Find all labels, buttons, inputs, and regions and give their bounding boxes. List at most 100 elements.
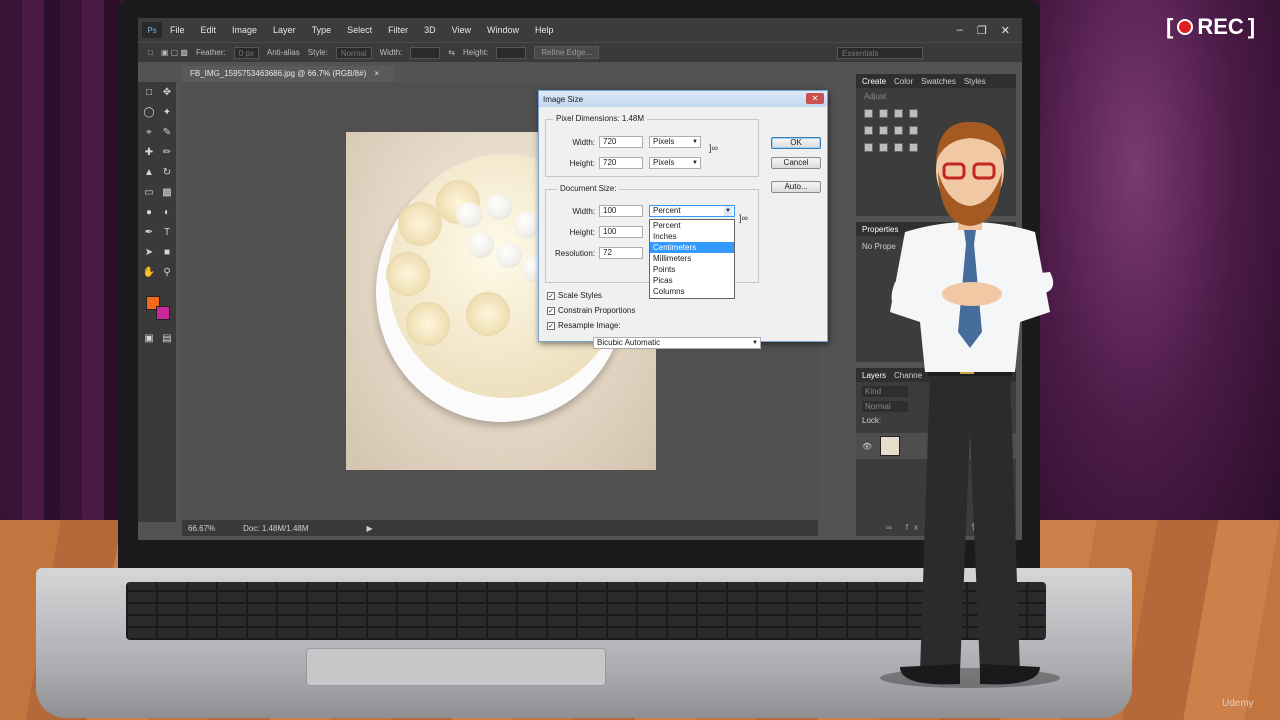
gradient-icon[interactable]: ▩ bbox=[160, 186, 174, 200]
coconut-ball bbox=[468, 232, 494, 258]
pixel-width-unit-select[interactable]: Pixels ▼ bbox=[649, 136, 701, 148]
move-icon[interactable]: ✥ bbox=[160, 86, 174, 100]
doc-width-label: Width: bbox=[572, 207, 595, 216]
unit-option-points[interactable]: Points bbox=[650, 264, 734, 275]
unit-option-picas[interactable]: Picas bbox=[650, 275, 734, 286]
refine-edge-button[interactable]: Refine Edge... bbox=[534, 46, 600, 59]
pixel-width-input[interactable]: 720 bbox=[599, 136, 643, 148]
ok-button[interactable]: OK bbox=[771, 137, 821, 149]
feather-input[interactable]: 0 px bbox=[233, 46, 259, 59]
magic-wand-icon[interactable]: ✦ bbox=[160, 106, 174, 120]
image-size-dialog: Image Size ✕ Pixel Dimensions: 1.48M Wid… bbox=[538, 90, 828, 349]
menu-filter[interactable]: Filter bbox=[380, 25, 416, 35]
presenter-hands bbox=[942, 282, 1002, 306]
recording-badge: [ REC] bbox=[1166, 14, 1256, 39]
minimize-icon[interactable]: – bbox=[957, 24, 963, 37]
menu-view[interactable]: View bbox=[444, 25, 479, 35]
eraser-icon[interactable]: ▭ bbox=[142, 186, 156, 200]
width-input[interactable] bbox=[410, 46, 441, 59]
menu-help[interactable]: Help bbox=[527, 25, 562, 35]
style-select[interactable]: Normal bbox=[335, 46, 372, 59]
zoom-icon[interactable]: ⚲ bbox=[160, 266, 174, 280]
chain-link-icon: ]∞ bbox=[709, 143, 718, 153]
tab-color[interactable]: Color bbox=[894, 77, 913, 86]
dialog-close-button[interactable]: ✕ bbox=[806, 93, 824, 104]
menu-edit[interactable]: Edit bbox=[193, 25, 225, 35]
hand-icon[interactable]: ✋ bbox=[142, 266, 156, 280]
history-brush-icon[interactable]: ↻ bbox=[160, 166, 174, 180]
cancel-button[interactable]: Cancel bbox=[771, 157, 821, 169]
document-tab[interactable]: FB_IMG_1595753463686.jpg @ 66.7% (RGB/8#… bbox=[182, 66, 394, 82]
menu-window[interactable]: Window bbox=[479, 25, 527, 35]
workspace-select[interactable]: Essentials bbox=[837, 46, 924, 59]
stamp-icon[interactable]: ▲ bbox=[142, 166, 156, 180]
tab-swatches[interactable]: Swatches bbox=[921, 77, 956, 86]
resample-method-select[interactable]: Bicubic Automatic ▼ bbox=[593, 337, 761, 349]
shape-icon[interactable]: ■ bbox=[160, 246, 174, 260]
height-label: Height: bbox=[462, 48, 489, 57]
pixel-height-input[interactable]: 720 bbox=[599, 157, 643, 169]
doc-width-unit-select[interactable]: Percent ▼ bbox=[649, 205, 735, 217]
restore-icon[interactable]: ❐ bbox=[977, 24, 987, 37]
unit-option-columns[interactable]: Columns bbox=[650, 286, 734, 297]
unit-option-percent[interactable]: Percent bbox=[650, 220, 734, 231]
resample-image-checkbox[interactable]: ✓ Resample Image: bbox=[547, 321, 621, 330]
dropdown-arrow-icon: ▼ bbox=[692, 139, 698, 145]
menu-select[interactable]: Select bbox=[339, 25, 380, 35]
dropdown-arrow-icon: ▼ bbox=[724, 206, 732, 216]
unit-option-inches[interactable]: Inches bbox=[650, 231, 734, 242]
coconut-ball bbox=[486, 194, 512, 220]
background-color-swatch[interactable] bbox=[156, 306, 170, 320]
menu-layer[interactable]: Layer bbox=[265, 25, 304, 35]
constrain-proportions-checkbox[interactable]: ✓ Constrain Proportions bbox=[547, 306, 635, 315]
menu-file[interactable]: File bbox=[162, 25, 193, 35]
menu-3d[interactable]: 3D bbox=[416, 25, 444, 35]
doc-height-input[interactable]: 100 bbox=[599, 226, 643, 238]
brush-icon[interactable]: ✏ bbox=[160, 146, 174, 160]
status-bar: 66.67% Doc: 1.48M/1.48M ▶ bbox=[182, 520, 818, 536]
checkbox-check-icon: ✓ bbox=[547, 321, 555, 330]
pen-icon[interactable]: ✒ bbox=[142, 226, 156, 240]
unit-option-millimeters[interactable]: Millimeters bbox=[650, 253, 734, 264]
coconut-ball bbox=[456, 202, 482, 228]
close-icon[interactable]: ✕ bbox=[1001, 24, 1010, 37]
menu-image[interactable]: Image bbox=[224, 25, 265, 35]
dropdown-arrow-icon: ▼ bbox=[752, 340, 758, 346]
auto-button[interactable]: Auto... bbox=[771, 181, 821, 193]
scale-styles-checkbox[interactable]: ✓ Scale Styles bbox=[547, 291, 602, 300]
blur-icon[interactable]: ● bbox=[142, 206, 156, 220]
rect-marquee-icon[interactable]: □ bbox=[142, 86, 156, 100]
status-arrow-icon[interactable]: ▶ bbox=[367, 524, 373, 533]
tools-panel: □ ✥ ◯ ✦ ⌖ ✎ ✚ ✏ ▲ ↻ ▭ ▩ ● ◐ ✒ T ➤ ■ ✋ ⚲ … bbox=[138, 82, 176, 522]
eyedropper-icon[interactable]: ✎ bbox=[160, 126, 174, 140]
pixel-width-label: Width: bbox=[572, 138, 595, 147]
checkbox-check-icon: ✓ bbox=[547, 306, 555, 315]
screen-mode-icon[interactable]: ▤ bbox=[160, 332, 174, 346]
document-size-label: Document Size: bbox=[557, 184, 620, 193]
resolution-input[interactable]: 72 bbox=[599, 247, 643, 259]
doc-width-input[interactable]: 100 bbox=[599, 205, 643, 217]
tab-styles[interactable]: Styles bbox=[964, 77, 986, 86]
unit-option-centimeters[interactable]: Centimeters bbox=[650, 242, 734, 253]
selection-mode-icon[interactable]: ▣ ▢ ▩ bbox=[161, 48, 188, 57]
path-select-icon[interactable]: ➤ bbox=[142, 246, 156, 260]
height-input[interactable] bbox=[496, 46, 527, 59]
lasso-icon[interactable]: ◯ bbox=[142, 106, 156, 120]
zoom-level[interactable]: 66.67% bbox=[188, 524, 215, 533]
pixel-height-unit-select[interactable]: Pixels ▼ bbox=[649, 157, 701, 169]
resolution-label: Resolution: bbox=[554, 249, 595, 258]
tab-close-icon[interactable]: × bbox=[374, 69, 379, 78]
cream-rose bbox=[466, 292, 510, 336]
antialias-label[interactable]: Anti-alias bbox=[267, 48, 300, 57]
presenter-legs bbox=[920, 372, 1020, 672]
crop-icon[interactable]: ⌖ bbox=[142, 126, 156, 140]
menu-type[interactable]: Type bbox=[304, 25, 340, 35]
doc-size: Doc: 1.48M/1.48M bbox=[243, 523, 309, 533]
swap-icon[interactable]: ⇆ bbox=[448, 48, 455, 57]
dodge-icon[interactable]: ◐ bbox=[160, 206, 174, 220]
marquee-tool-icon[interactable]: □ bbox=[148, 48, 153, 57]
healing-brush-icon[interactable]: ✚ bbox=[142, 146, 156, 160]
quick-mask-icon[interactable]: ▣ bbox=[142, 332, 156, 346]
type-icon[interactable]: T bbox=[160, 226, 174, 240]
tab-create[interactable]: Create bbox=[862, 77, 886, 86]
